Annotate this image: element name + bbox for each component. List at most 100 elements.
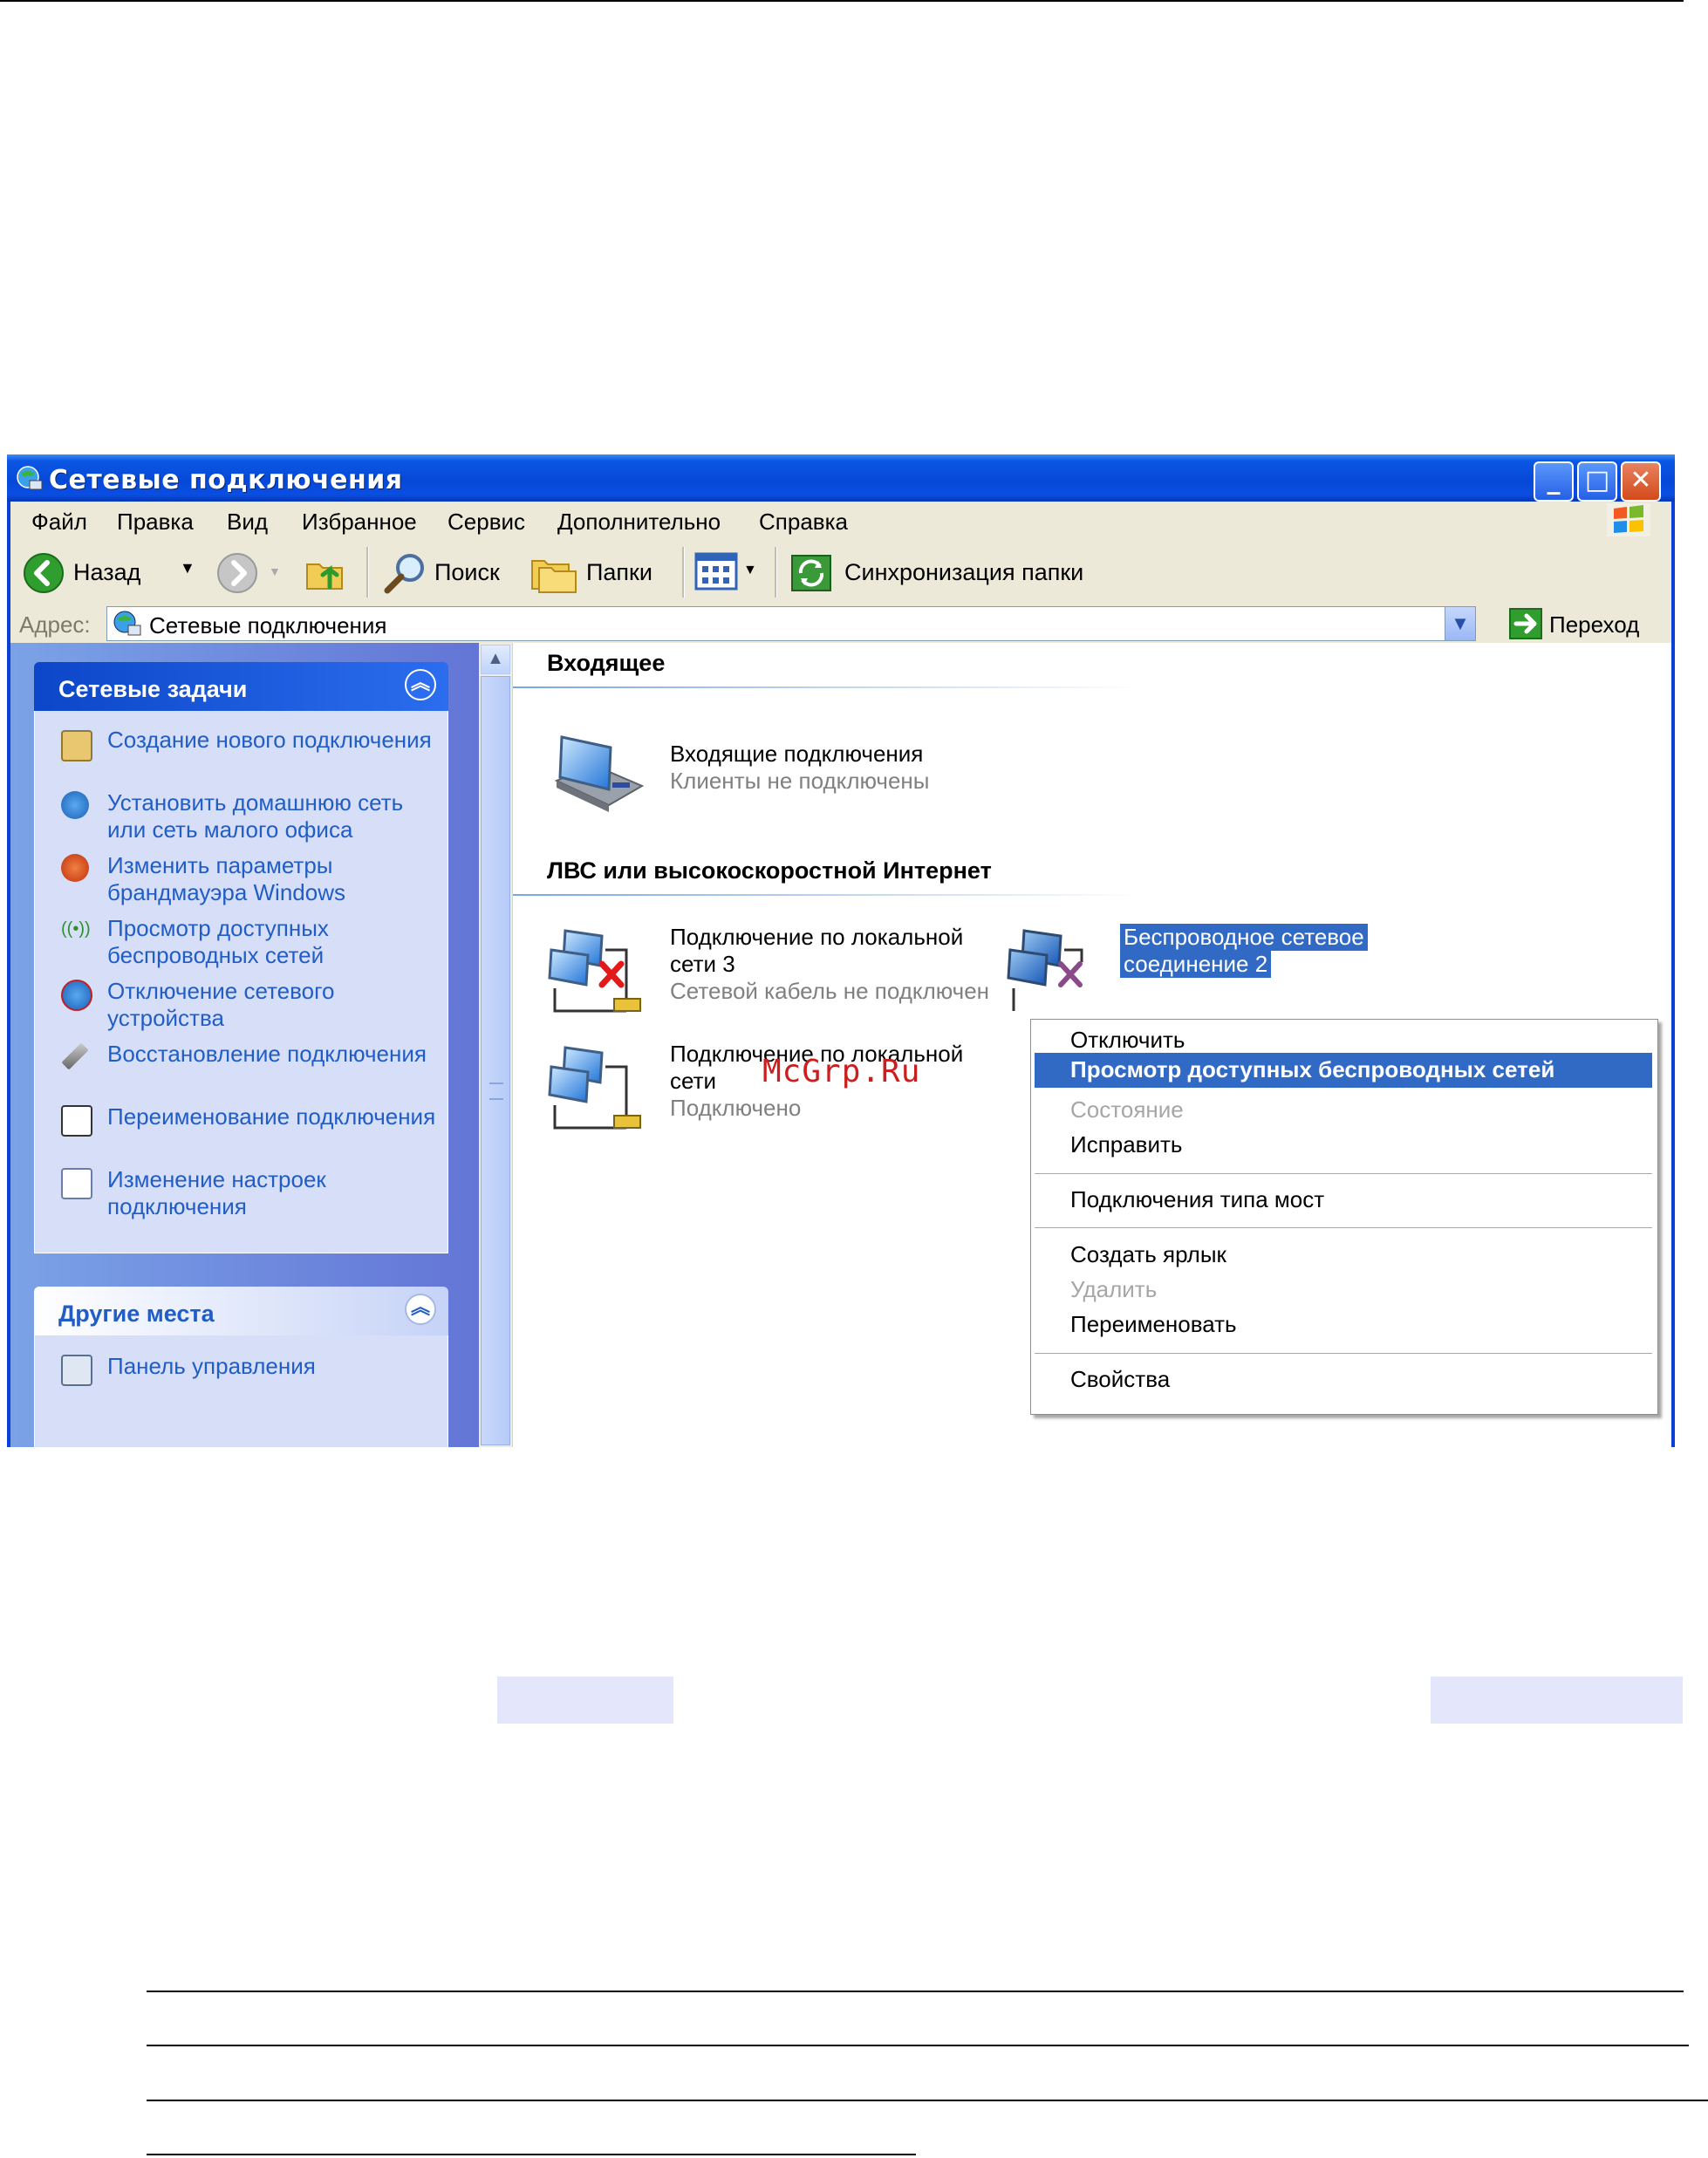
task-firewall[interactable]: Изменить параметры брандмауэра Windows xyxy=(107,852,439,906)
views-button[interactable]: ▼ xyxy=(694,550,764,596)
group-title-lan: ЛВС или высокоскоростной Интернет xyxy=(547,857,992,884)
other-places-header[interactable]: Другие места ︽ xyxy=(34,1287,448,1335)
incoming-connection-icon xyxy=(554,735,645,812)
home-network-icon xyxy=(61,791,89,819)
close-button[interactable]: ✕ xyxy=(1621,461,1661,502)
menu-tools[interactable]: Сервис xyxy=(447,509,525,536)
connection-item-wireless[interactable]: Беспроводное сетевое соединение 2 xyxy=(1007,924,1425,1028)
lan-connected-icon xyxy=(548,1046,641,1130)
collapse-icon[interactable]: ︽ xyxy=(405,669,436,700)
menu-file[interactable]: Файл xyxy=(31,509,87,536)
menu-item-view-wireless[interactable]: Просмотр доступных беспроводных сетей xyxy=(1035,1053,1652,1088)
sync-label: Синхронизация папки xyxy=(844,559,1084,585)
maximize-button[interactable]: □ xyxy=(1577,461,1617,502)
search-button[interactable]: Поиск xyxy=(382,547,513,598)
forward-dropdown-icon: ▼ xyxy=(269,564,281,578)
highlight-block xyxy=(497,1677,673,1724)
menu-item-disconnect[interactable]: Отключить xyxy=(1070,1027,1185,1054)
address-dropdown-icon[interactable]: ▼ xyxy=(1445,607,1475,640)
footnote-rule xyxy=(147,2100,1708,2101)
task-pane: Сетевые задачи ︽ Создание нового подключ… xyxy=(10,643,479,1447)
menu-separator xyxy=(1035,1227,1652,1229)
group-divider xyxy=(513,894,1141,896)
menu-item-rename[interactable]: Переименовать xyxy=(1070,1311,1237,1338)
network-tasks-header[interactable]: Сетевые задачи ︽ xyxy=(34,662,448,711)
menu-bar: Файл Правка Вид Избранное Сервис Дополни… xyxy=(10,502,1671,539)
task-home-network[interactable]: Установить домашнюю сеть или сеть малого… xyxy=(107,789,439,843)
scroll-up-icon[interactable]: ▲ xyxy=(481,645,510,674)
toolbar-separator xyxy=(682,547,685,598)
window-title: Сетевые подключения xyxy=(49,465,403,495)
connection-item-lan3[interactable]: Подключение по локальной сети 3 Сетевой … xyxy=(548,924,1001,1028)
views-icon xyxy=(694,552,738,591)
menu-separator xyxy=(1035,1173,1652,1175)
other-places-title: Другие места xyxy=(58,1301,215,1327)
watermark: McGrp.Ru xyxy=(762,1054,921,1089)
title-bar[interactable]: Сетевые подключения _ □ ✕ xyxy=(7,454,1675,502)
sync-icon xyxy=(791,555,831,591)
menu-item-bridge[interactable]: Подключения типа мост xyxy=(1070,1186,1324,1213)
back-dropdown-icon[interactable]: ▼ xyxy=(180,559,195,577)
address-value: Сетевые подключения xyxy=(149,612,387,639)
collapse-icon[interactable]: ︽ xyxy=(405,1294,436,1325)
menu-edit[interactable]: Правка xyxy=(117,509,194,536)
repair-icon xyxy=(61,1042,89,1070)
connection-item-incoming[interactable]: Входящие подключения Клиенты не подключе… xyxy=(548,730,984,826)
views-dropdown-icon: ▼ xyxy=(743,563,757,577)
network-connections-icon xyxy=(113,611,141,636)
go-label: Переход xyxy=(1549,611,1640,638)
menu-item-create-shortcut[interactable]: Создать ярлык xyxy=(1070,1241,1226,1268)
connection-name: сети xyxy=(670,1068,717,1094)
connection-name: Входящие подключения xyxy=(670,741,924,767)
folders-button[interactable]: Папки xyxy=(530,547,661,598)
back-button[interactable]: Назад ▼ xyxy=(23,547,197,598)
menu-help[interactable]: Справка xyxy=(759,509,848,536)
menu-advanced[interactable]: Дополнительно xyxy=(557,509,721,536)
vertical-scrollbar[interactable]: ▲ xyxy=(479,643,513,1447)
menu-view[interactable]: Вид xyxy=(227,509,268,536)
footnote-rule xyxy=(147,1991,1684,1992)
wireless-icon: ((•)) xyxy=(61,919,91,939)
sync-button[interactable]: Синхронизация папки xyxy=(789,547,1103,598)
control-panel-icon xyxy=(61,1355,92,1386)
menu-item-delete[interactable]: Удалить xyxy=(1070,1276,1157,1303)
task-repair[interactable]: Восстановление подключения xyxy=(107,1041,439,1068)
go-button[interactable]: Переход xyxy=(1509,606,1657,641)
group-title-incoming: Входящее xyxy=(547,650,666,676)
context-menu: Отключить Просмотр доступных беспроводны… xyxy=(1030,1019,1658,1415)
menu-item-properties[interactable]: Свойства xyxy=(1070,1366,1170,1393)
windows-logo-icon xyxy=(1607,503,1650,536)
connection-status: Сетевой кабель не подключен xyxy=(670,978,990,1004)
new-connection-icon xyxy=(61,730,92,761)
connection-name: Подключение по локальной xyxy=(670,924,964,950)
address-bar: Адрес: Сетевые подключения ▼ Переход xyxy=(10,604,1671,643)
menu-item-repair[interactable]: Исправить xyxy=(1070,1131,1182,1158)
folders-label: Папки xyxy=(586,559,652,585)
minimize-button[interactable]: _ xyxy=(1534,461,1574,502)
go-arrow-icon xyxy=(1509,608,1542,639)
task-view-wireless[interactable]: Просмотр доступных беспроводных сетей xyxy=(107,915,439,969)
menu-item-label: Просмотр доступных беспроводных сетей xyxy=(1070,1056,1555,1082)
folders-icon xyxy=(531,560,577,593)
menu-item-status[interactable]: Состояние xyxy=(1070,1096,1184,1123)
other-places-panel: Панель управления xyxy=(34,1335,448,1447)
task-create-connection[interactable]: Создание нового подключения xyxy=(107,727,439,754)
group-divider xyxy=(513,686,1141,688)
firewall-icon xyxy=(61,854,89,882)
scroll-grip xyxy=(489,1082,503,1100)
address-input[interactable]: Сетевые подключения ▼ xyxy=(106,606,1476,641)
connection-name: сети 3 xyxy=(670,951,735,977)
disable-device-icon xyxy=(61,980,92,1011)
wireless-connection-icon xyxy=(1007,929,1083,1011)
up-folder-icon[interactable] xyxy=(304,550,347,594)
place-control-panel[interactable]: Панель управления xyxy=(107,1353,439,1380)
task-change-settings[interactable]: Изменение настроек подключения xyxy=(107,1166,439,1220)
forward-arrow-icon[interactable] xyxy=(216,552,258,594)
scroll-thumb[interactable] xyxy=(481,676,510,1445)
task-rename[interactable]: Переименование подключения xyxy=(107,1103,439,1130)
back-label: Назад xyxy=(73,559,141,585)
network-tasks-panel: Создание нового подключения Установить д… xyxy=(34,711,448,1253)
highlight-block xyxy=(1431,1677,1683,1724)
menu-favorites[interactable]: Избранное xyxy=(302,509,417,536)
task-disable-device[interactable]: Отключение сетевого устройства xyxy=(107,978,439,1032)
